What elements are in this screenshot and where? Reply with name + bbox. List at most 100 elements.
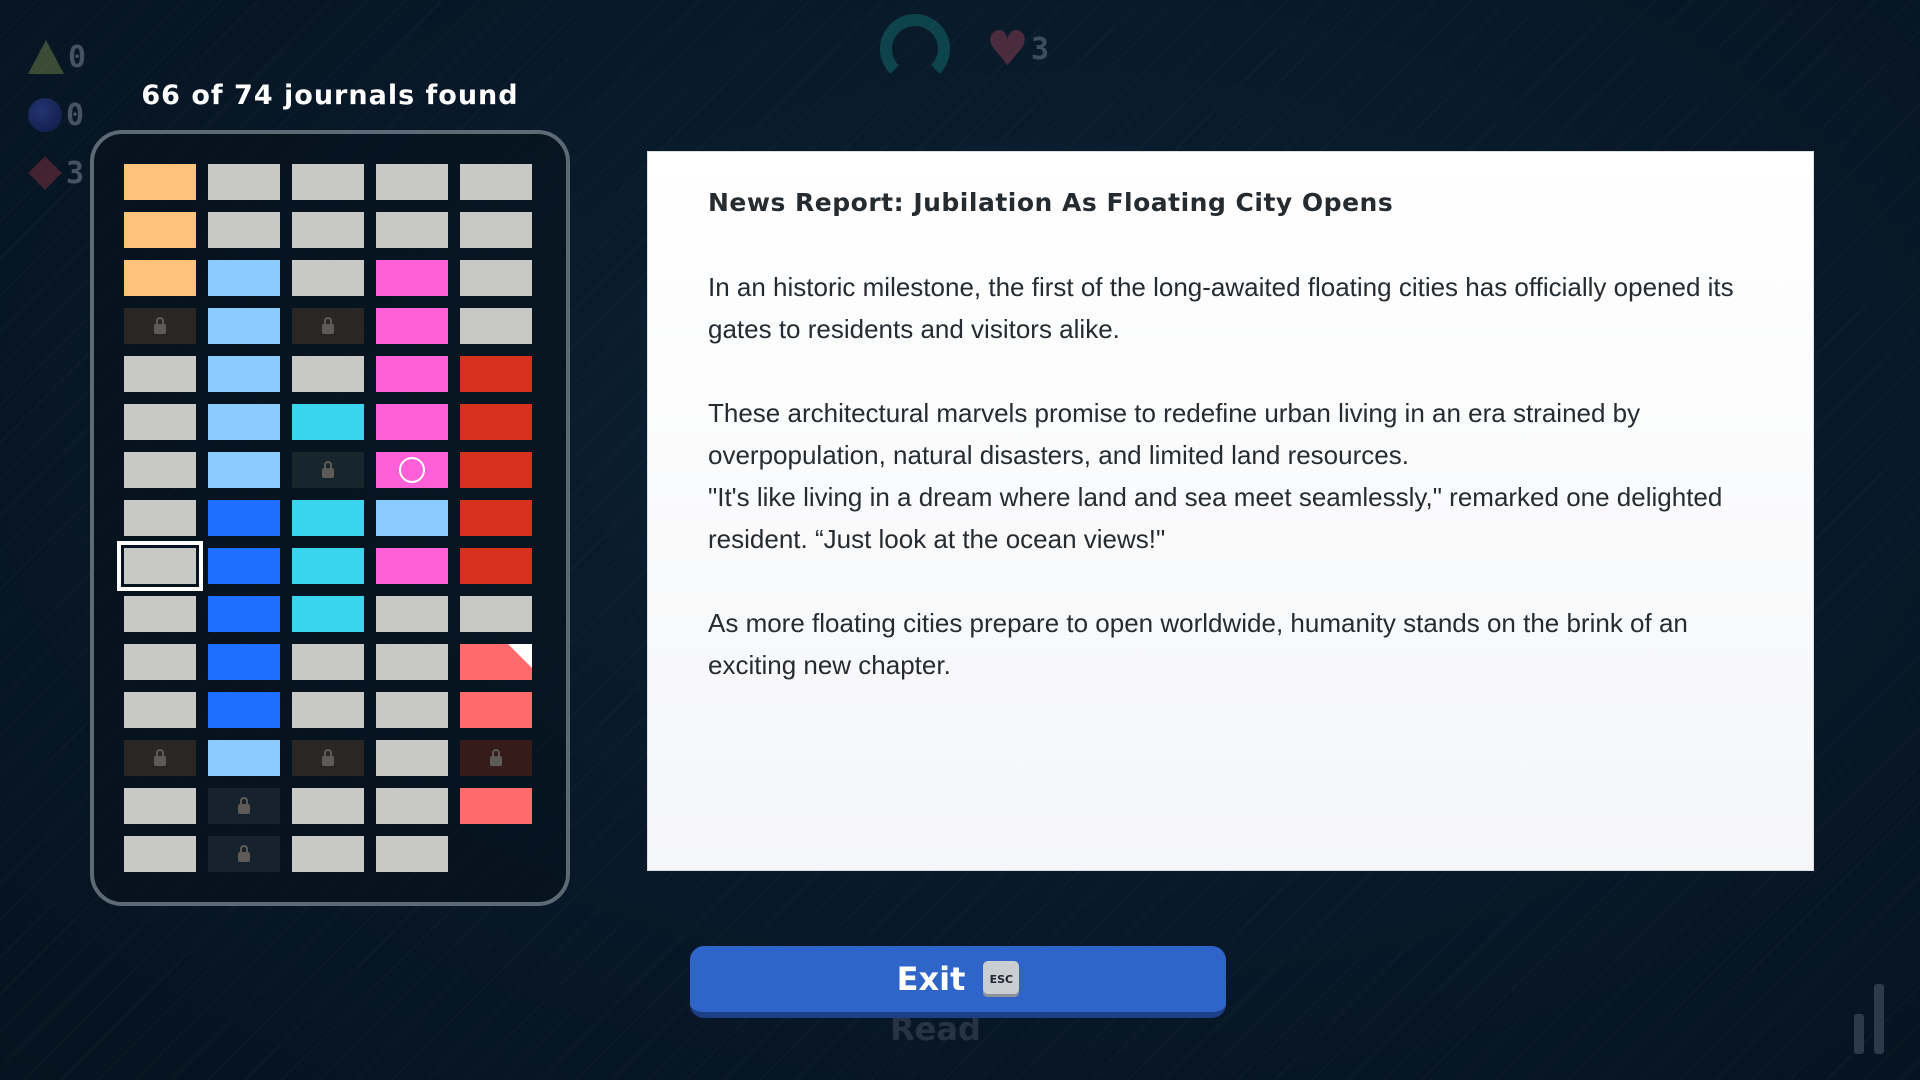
journal-tile[interactable] [208,164,280,200]
journal-tile-locked[interactable] [292,452,364,488]
journal-tile[interactable] [124,836,196,872]
journal-tile[interactable] [124,644,196,680]
journal-tile[interactable] [292,500,364,536]
journal-tile[interactable] [208,740,280,776]
journal-tile[interactable] [376,644,448,680]
journal-tile[interactable] [460,404,532,440]
journal-tile[interactable] [460,452,532,488]
triangle-icon [28,40,64,74]
hearts-count: 3 [1031,31,1050,67]
journal-tile[interactable] [124,260,196,296]
journal-tile[interactable] [292,356,364,392]
journal-paragraph-2: These architectural marvels promise to r… [708,398,1641,470]
journal-page: News Report: Jubilation As Floating City… [648,152,1813,870]
journal-tile[interactable] [292,404,364,440]
journal-paragraph-2-quote: "It's like living in a dream where land … [708,482,1723,554]
journal-tile[interactable] [208,404,280,440]
journal-tile-locked[interactable] [292,740,364,776]
journal-tile[interactable] [376,500,448,536]
journal-tile[interactable] [124,212,196,248]
journal-tile-locked[interactable] [208,788,280,824]
journal-tile[interactable] [460,212,532,248]
journal-tile[interactable] [460,788,532,824]
gem-count: 3 [66,155,85,191]
journal-tile[interactable] [376,548,448,584]
exit-label: Exit [896,960,966,998]
triangle-count: 0 [68,39,87,75]
journal-tile[interactable] [292,596,364,632]
journal-tile-locked[interactable] [292,308,364,344]
journal-tile[interactable] [376,788,448,824]
journal-tile[interactable] [292,548,364,584]
settings-slider-icon [1850,984,1890,1054]
journal-tile[interactable] [124,404,196,440]
journal-tile[interactable] [292,644,364,680]
journal-tile[interactable] [208,212,280,248]
journal-tile[interactable] [124,356,196,392]
journal-tile[interactable] [460,356,532,392]
journal-tile[interactable] [376,356,448,392]
journal-tile[interactable] [292,788,364,824]
journal-tile[interactable] [292,260,364,296]
journal-tile[interactable] [376,740,448,776]
lock-icon [490,749,502,766]
journal-tile[interactable] [376,404,448,440]
journal-tile[interactable] [376,836,448,872]
journal-tile[interactable] [292,836,364,872]
journal-tile[interactable] [460,596,532,632]
journal-tile[interactable] [124,452,196,488]
journal-tile-locked[interactable] [124,740,196,776]
journal-tile[interactable] [292,692,364,728]
journal-tile[interactable] [208,548,280,584]
journal-tile[interactable] [208,308,280,344]
journal-tile[interactable] [124,788,196,824]
journal-tile[interactable] [460,308,532,344]
journal-tile[interactable] [376,212,448,248]
lock-icon [322,317,334,334]
journal-tile[interactable] [460,164,532,200]
journal-tile[interactable] [208,596,280,632]
journal-tile[interactable] [460,644,532,680]
journal-tile-locked[interactable] [460,740,532,776]
lock-icon [322,749,334,766]
journal-tile[interactable] [376,452,448,488]
journal-tile-locked[interactable] [208,836,280,872]
journal-paragraph-3: As more floating cities prepare to open … [708,608,1688,680]
journal-tile[interactable] [376,596,448,632]
journal-grid [117,164,532,872]
journal-tile[interactable] [376,308,448,344]
journal-tile[interactable] [124,596,196,632]
hud-top: ♥ 3 [880,14,1049,84]
journal-tile[interactable] [376,692,448,728]
journal-tile[interactable] [208,692,280,728]
journal-tile[interactable] [376,164,448,200]
journal-tile-selected[interactable] [117,541,203,591]
journal-tile[interactable] [460,692,532,728]
journal-tile[interactable] [208,260,280,296]
journal-tile[interactable] [460,548,532,584]
journal-paragraph-1: In an historic milestone, the first of t… [708,272,1734,344]
journal-grid-panel [90,130,570,906]
journal-tile[interactable] [124,164,196,200]
lock-icon [238,845,250,862]
lock-icon [322,461,334,478]
journal-tile[interactable] [376,260,448,296]
orb-count: 0 [66,97,85,133]
journal-tile[interactable] [208,452,280,488]
journal-tile[interactable] [208,644,280,680]
journal-tile[interactable] [208,500,280,536]
journal-tile[interactable] [124,500,196,536]
journal-tile[interactable] [292,212,364,248]
journal-tile[interactable] [124,692,196,728]
new-corner-icon [508,644,532,668]
journal-tile[interactable] [460,500,532,536]
journal-tile[interactable] [208,356,280,392]
journal-tile-locked[interactable] [124,308,196,344]
cursor-ring-icon [399,457,425,483]
lock-icon [154,749,166,766]
journal-tile[interactable] [460,260,532,296]
gem-icon [28,156,62,190]
hud-triangle-counter: 0 [28,28,108,86]
exit-button[interactable]: Exit ESC [690,946,1226,1018]
journal-tile[interactable] [292,164,364,200]
